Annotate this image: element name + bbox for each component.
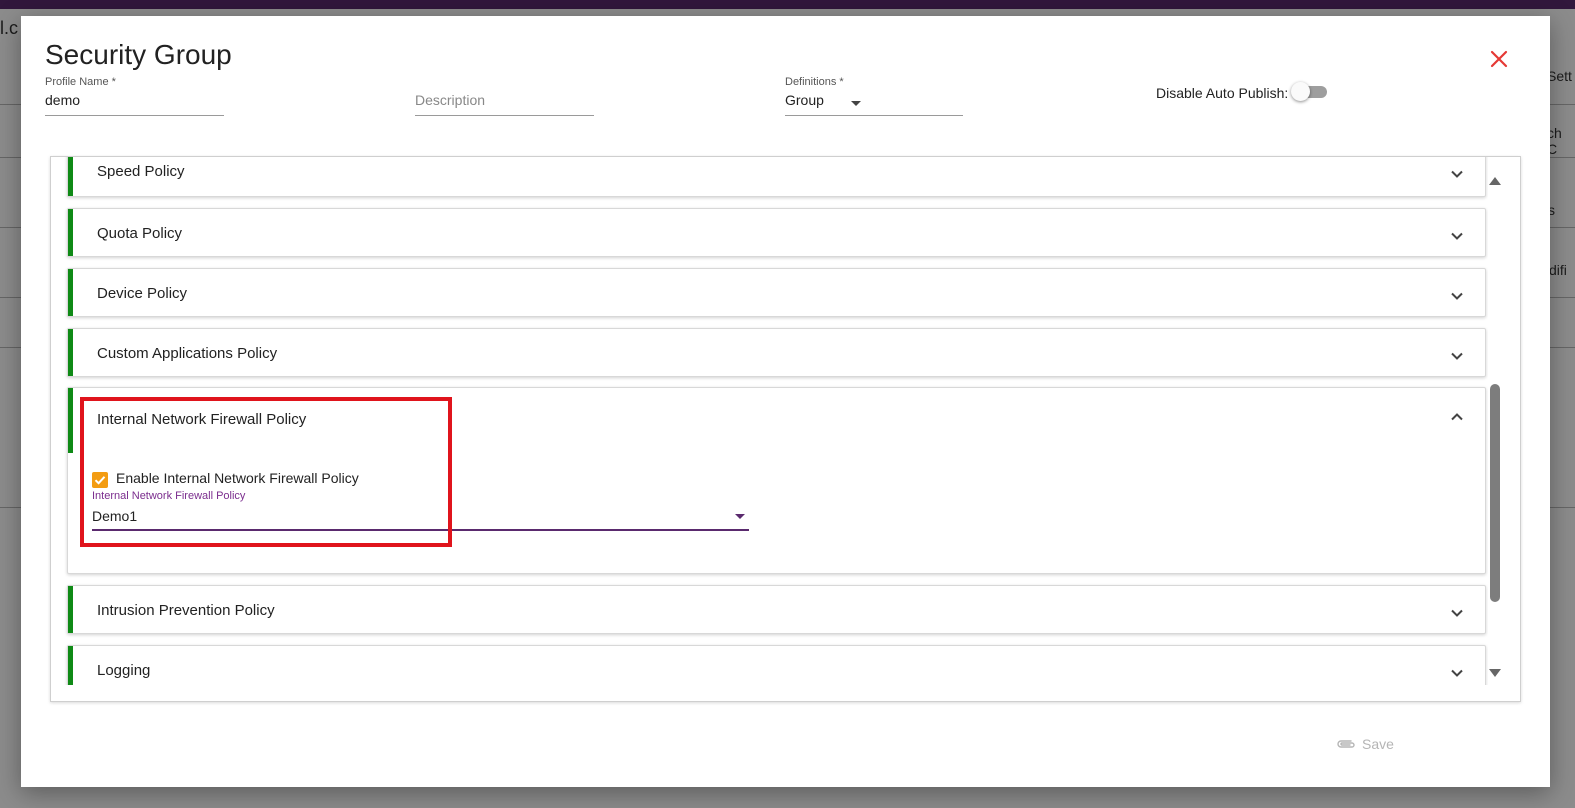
status-bar	[68, 157, 73, 196]
close-icon[interactable]	[1487, 47, 1511, 71]
paperclip-icon	[1337, 740, 1355, 748]
profile-name-input[interactable]: demo	[45, 92, 80, 108]
accordion-title: Device Policy	[97, 285, 188, 302]
highlight-annotation	[80, 397, 452, 547]
definitions-value: Group	[785, 92, 824, 108]
profile-name-label: Profile Name *	[45, 76, 116, 88]
chevron-down-icon[interactable]	[1450, 349, 1464, 363]
auto-publish-toggle[interactable]	[1291, 82, 1327, 101]
status-bar	[68, 269, 73, 316]
accordion-title: Custom Applications Policy	[97, 345, 278, 362]
chevron-up-icon[interactable]	[1450, 410, 1464, 424]
description-field[interactable]: Description	[415, 76, 595, 120]
scrollbar-thumb[interactable]	[1490, 384, 1500, 602]
status-bar	[68, 209, 73, 256]
toggle-knob	[1291, 82, 1310, 101]
chevron-down-icon	[851, 101, 861, 106]
accordion-title: Quota Policy	[97, 225, 183, 242]
profile-name-underline	[45, 115, 224, 116]
description-underline	[415, 115, 594, 116]
accordion-title: Intrusion Prevention Policy	[97, 602, 275, 619]
accordion-logging[interactable]: Logging	[67, 645, 1486, 685]
scroll-up-arrow-icon[interactable]	[1489, 177, 1501, 185]
accordion-intrusion-prevention-policy[interactable]: Intrusion Prevention Policy	[67, 585, 1486, 634]
status-bar	[68, 388, 73, 453]
save-button[interactable]: Save	[1336, 736, 1394, 752]
chevron-down-icon[interactable]	[1450, 229, 1464, 243]
dialog-title: Security Group	[45, 39, 232, 70]
scroll-down-arrow-icon[interactable]	[1489, 669, 1501, 677]
status-bar	[68, 646, 73, 685]
accordion-speed-policy[interactable]: Speed Policy	[67, 157, 1486, 197]
chevron-down-icon[interactable]	[1450, 666, 1464, 680]
save-button-label: Save	[1362, 736, 1394, 752]
accordion-quota-policy[interactable]: Quota Policy	[67, 208, 1486, 257]
chevron-down-icon[interactable]	[1450, 606, 1464, 620]
chevron-down-icon[interactable]	[1450, 289, 1464, 303]
auto-publish-label: Disable Auto Publish:	[1156, 85, 1289, 101]
accordion-custom-applications-policy[interactable]: Custom Applications Policy	[67, 328, 1486, 377]
chevron-down-icon[interactable]	[735, 514, 745, 519]
chevron-down-icon[interactable]	[1450, 167, 1464, 181]
accordion-title: Speed Policy	[97, 163, 185, 180]
accordion-device-policy[interactable]: Device Policy	[67, 268, 1486, 317]
definitions-underline	[785, 115, 963, 116]
status-bar	[68, 586, 73, 633]
definitions-label: Definitions *	[785, 76, 844, 88]
description-input[interactable]: Description	[415, 92, 485, 108]
status-bar	[68, 329, 73, 376]
definitions-select[interactable]: Definitions * Group	[785, 76, 963, 120]
accordion-title: Logging	[97, 662, 151, 679]
profile-name-field[interactable]: Profile Name * demo	[45, 76, 225, 120]
security-group-dialog: Security Group Profile Name * demo Descr…	[21, 16, 1550, 787]
